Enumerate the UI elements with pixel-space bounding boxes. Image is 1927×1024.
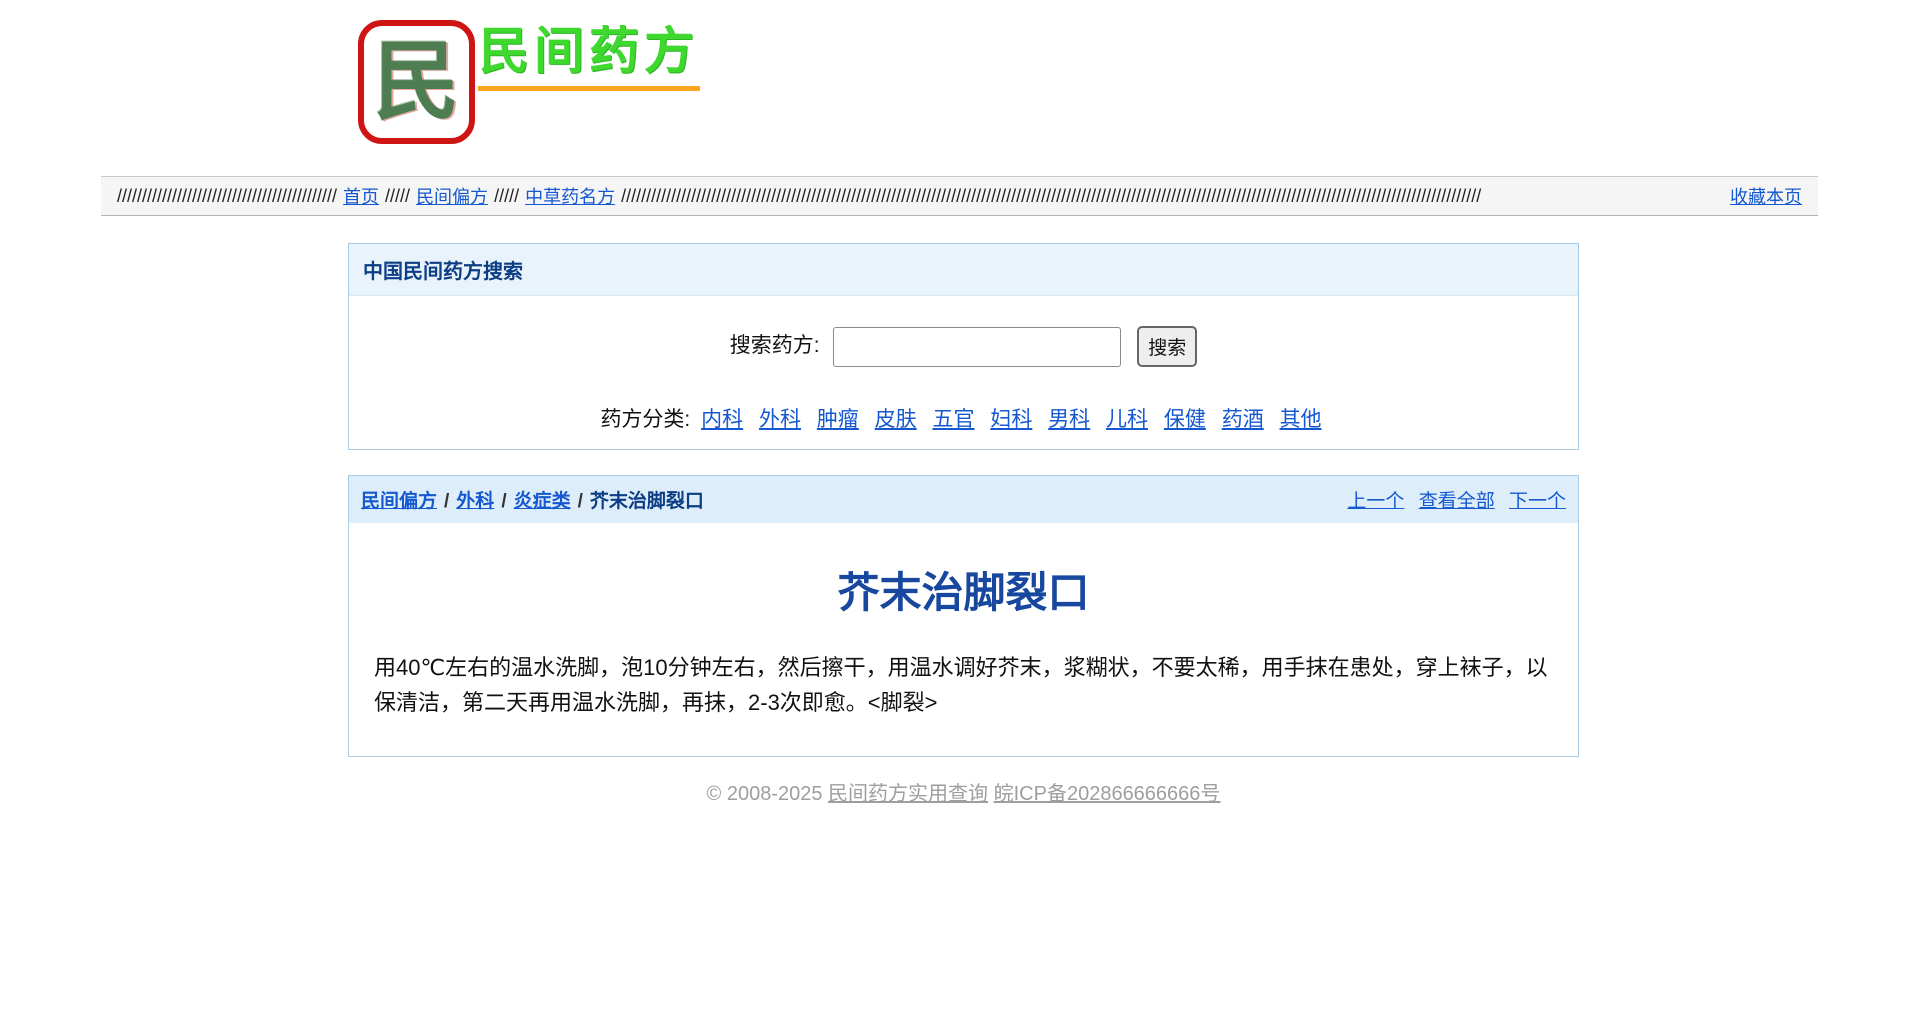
search-panel-title: 中国民间药方搜索 — [349, 244, 1578, 296]
article-body: 芥末治脚裂口 用40℃左右的温水洗脚，泡10分钟左右，然后擦干，用温水调好芥末，… — [349, 523, 1578, 756]
search-button[interactable]: 搜索 — [1137, 326, 1197, 367]
article-title: 芥末治脚裂口 — [374, 559, 1553, 620]
site-title: 民间药方 — [479, 24, 699, 79]
view-all-link[interactable]: 查看全部 — [1419, 491, 1495, 512]
search-row: 搜索药方: 搜索 — [349, 326, 1578, 367]
next-article-link[interactable]: 下一个 — [1509, 491, 1566, 512]
nav-slashes-left: ////////////////////////////////////////… — [117, 186, 337, 207]
main-content: 中国民间药方搜索 搜索药方: 搜索 药方分类: 内科 外科 肿瘤 皮肤 五官 妇… — [348, 243, 1579, 757]
logo-underline-bar — [478, 86, 700, 91]
site-link[interactable]: 民间药方实用查询 — [828, 783, 988, 805]
category-link-tumor[interactable]: 肿瘤 — [817, 408, 859, 431]
icp-license-link[interactable]: 皖ICP备202866666666号 — [994, 783, 1221, 805]
category-link-facial[interactable]: 五官 — [933, 408, 975, 431]
category-row: 药方分类: 内科 外科 肿瘤 皮肤 五官 妇科 男科 儿科 保健 药酒 其他 — [349, 403, 1578, 433]
search-input[interactable] — [833, 327, 1121, 367]
crumb-separator: / — [501, 491, 506, 512]
crumb-inflammation[interactable]: 炎症类 — [514, 491, 571, 512]
bookmark-page-link[interactable]: 收藏本页 — [1730, 183, 1802, 209]
search-label: 搜索药方: — [730, 334, 820, 357]
search-panel: 中国民间药方搜索 搜索药方: 搜索 药方分类: 内科 外科 肿瘤 皮肤 五官 妇… — [348, 243, 1579, 450]
top-nav-bar: ////////////////////////////////////////… — [101, 176, 1818, 216]
page-footer: © 2008-2025 民间药方实用查询 皖ICP备202866666666号 — [0, 777, 1927, 806]
category-link-healthcare[interactable]: 保健 — [1164, 408, 1206, 431]
article-pager: 上一个 查看全部 下一个 — [1338, 486, 1566, 513]
category-link-internal[interactable]: 内科 — [701, 408, 743, 431]
nav-slashes-right: ////////////////////////////////////////… — [621, 186, 1706, 207]
category-link-skin[interactable]: 皮肤 — [875, 408, 917, 431]
category-link-other[interactable]: 其他 — [1280, 408, 1322, 431]
category-link-gynecology[interactable]: 妇科 — [990, 408, 1032, 431]
site-logo: 民 — [358, 20, 475, 144]
prev-article-link[interactable]: 上一个 — [1347, 491, 1404, 512]
breadcrumb: 民间偏方 / 外科 / 炎症类 / 芥末治脚裂口 — [361, 486, 704, 513]
category-link-surgery[interactable]: 外科 — [759, 408, 801, 431]
article-text: 用40℃左右的温水洗脚，泡10分钟左右，然后擦干，用温水调好芥末，浆糊状，不要太… — [374, 650, 1553, 720]
crumb-folk-remedies[interactable]: 民间偏方 — [361, 491, 437, 512]
crumb-surgery[interactable]: 外科 — [456, 491, 494, 512]
logo-min-glyph: 民 — [374, 39, 460, 125]
breadcrumb-bar: 民间偏方 / 外科 / 炎症类 / 芥末治脚裂口 上一个 查看全部 下一个 — [349, 476, 1578, 523]
crumb-current-page: 芥末治脚裂口 — [590, 491, 704, 512]
crumb-separator: / — [444, 491, 449, 512]
nav-link-herbal-formulas[interactable]: 中草药名方 — [525, 183, 615, 209]
page-header: 民 民间药方 — [0, 0, 1927, 176]
category-link-medicinal-wine[interactable]: 药酒 — [1222, 408, 1264, 431]
crumb-separator: / — [578, 491, 583, 512]
nav-link-folk-remedies[interactable]: 民间偏方 — [416, 183, 488, 209]
nav-slashes-sep1: ///// — [385, 186, 410, 207]
category-link-pediatrics[interactable]: 儿科 — [1106, 408, 1148, 431]
nav-slashes-sep2: ///// — [494, 186, 519, 207]
copyright-text: © 2008-2025 — [707, 783, 823, 805]
article-panel: 民间偏方 / 外科 / 炎症类 / 芥末治脚裂口 上一个 查看全部 下一个 芥末治脚裂口 用… — [348, 475, 1579, 757]
category-label: 药方分类: — [600, 408, 690, 431]
category-link-andrology[interactable]: 男科 — [1048, 408, 1090, 431]
nav-link-home[interactable]: 首页 — [343, 183, 379, 209]
search-panel-body: 搜索药方: 搜索 药方分类: 内科 外科 肿瘤 皮肤 五官 妇科 男科 儿科 保… — [349, 296, 1578, 449]
